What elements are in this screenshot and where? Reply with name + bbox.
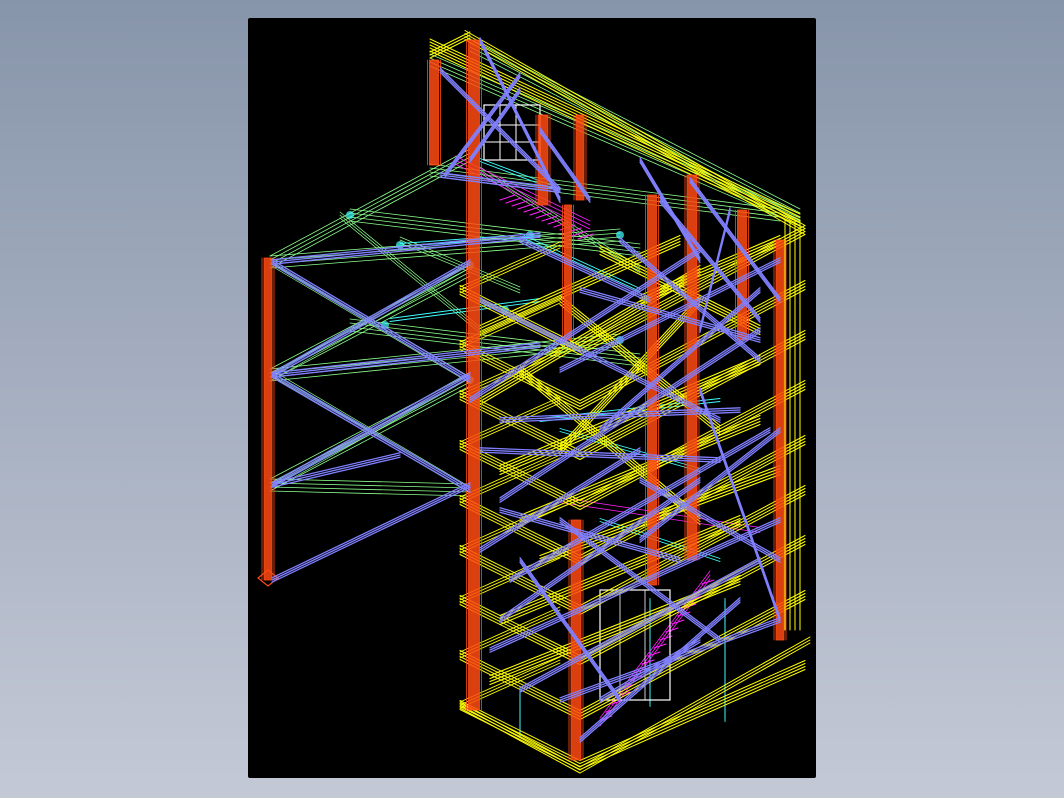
steel-structure-model (257, 30, 811, 774)
blue-brace (599, 287, 761, 429)
green-beam (429, 53, 801, 215)
blue-brace (271, 484, 471, 581)
green-beam (269, 490, 471, 497)
stair-tread (517, 203, 534, 210)
brace-node (346, 211, 354, 219)
roof-column (429, 59, 439, 166)
green-beam (429, 65, 801, 227)
green-beam (269, 486, 471, 493)
blue-brace (479, 301, 721, 423)
blue-brace (639, 431, 781, 543)
stair-tread (523, 206, 540, 213)
blue-brace (271, 234, 541, 263)
blue-brace (271, 486, 471, 583)
floor-beam (579, 669, 806, 770)
green-beam (269, 478, 471, 485)
stair-tread (505, 197, 522, 204)
blue-brace (469, 251, 701, 403)
base-beam (579, 639, 811, 771)
blue-brace (579, 599, 741, 741)
inner-column (564, 204, 572, 341)
left-frame-column (263, 257, 273, 581)
blue-brace (579, 601, 741, 743)
blue-brace (271, 482, 471, 579)
green-beam (269, 482, 471, 489)
cad-viewport[interactable] (248, 18, 816, 778)
floor-beam (579, 666, 806, 767)
floor-beam (579, 596, 806, 717)
stair-tread (511, 200, 528, 207)
stair-tread (499, 194, 516, 201)
blue-brace (639, 429, 781, 541)
stair-tread (535, 212, 552, 219)
